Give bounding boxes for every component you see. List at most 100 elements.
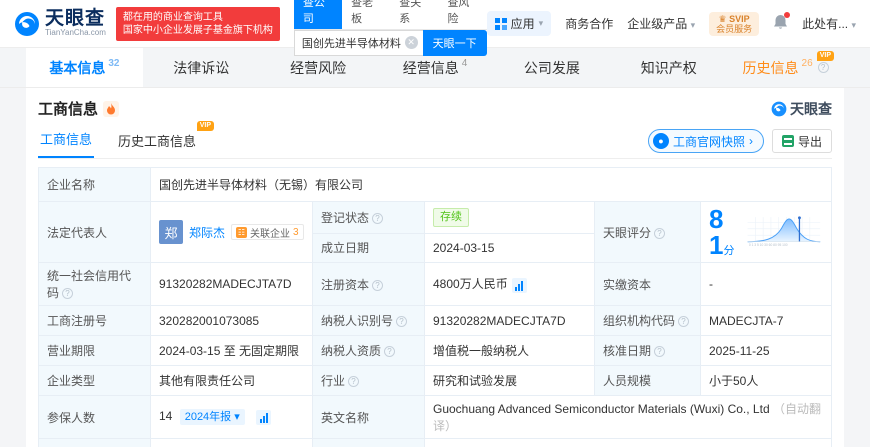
reg-status-value: 存续 [424,201,595,234]
official-snapshot-button[interactable]: ● 工商官网快照 › [647,129,764,153]
reg-capital-value: 4800万人民币 [424,262,595,306]
eye-logo-icon [15,11,39,36]
reg-number-value: 320282001073085 [150,305,313,336]
user-account-menu[interactable]: 此处有... ▾ [802,15,856,32]
logo-en: TianYanCha.com [45,28,106,37]
table-row: 参保人数 14 2024年报 ▾ 英文名称 Guochuang Advanced… [38,395,832,439]
help-icon[interactable]: ? [384,346,396,357]
company-name-value: 国创先进半导体材料（无锡）有限公司 [150,167,832,202]
legal-rep-cell: 郑 郑际杰 ☷ 关联企业 3 [150,201,313,263]
help-icon[interactable]: ? [654,227,666,239]
tab-company-development[interactable]: 公司发展 [493,48,610,87]
table-row: 企业名称 国创先进半导体材料（无锡）有限公司 [38,167,832,202]
menu-enterprise-products[interactable]: 企业级产品 ▾ [627,15,695,32]
help-icon[interactable]: ? [62,288,74,299]
business-info-card: 工商信息 天眼查 工商信息 历史工商信息 VIP ● 工商官网快照 › 导出 企… [26,88,844,447]
tab-legal-proceedings[interactable]: 法律诉讼 [143,48,260,87]
search-tab-company[interactable]: 查公司 [293,0,343,29]
logo-cn: 天眼查 [45,8,106,29]
establish-date-value: 2024-03-15 [424,232,595,264]
field-label: 纳税人识别号? [312,305,425,336]
export-button[interactable]: 导出 [771,129,832,153]
field-label: 实缴资本 [594,262,701,306]
table-row: 营业期限 2024-03-15 至 无固定期限 纳税人资质? 增值税一般纳税人 … [38,335,832,366]
approval-date-value: 2025-11-25 [700,335,832,366]
reg-address-value: 宜兴市高塍镇天生圩村范道农林场鑫运来路1号 附近公司 [424,438,832,447]
related-companies-badge[interactable]: ☷ 关联企业 3 [231,224,304,240]
help-icon[interactable]: ? [348,376,360,387]
field-label: 注册资本? [312,262,425,306]
menu-business-cooperation[interactable]: 商务合作 [565,15,613,32]
table-row: 登记机关 宜兴市数据局 注册地址? 宜兴市高塍镇天生圩村范道农林场鑫运来路1号 … [38,438,832,447]
notification-dot [784,12,791,18]
field-label: 核准日期? [594,335,701,366]
field-label: 参保人数 [38,395,151,439]
capital-trend-icon[interactable] [511,278,527,293]
clear-search-icon[interactable]: ✕ [404,35,418,49]
company-type-value: 其他有限责任公司 [150,365,313,396]
field-label: 法定代表人 [38,201,151,263]
help-icon[interactable]: ? [678,316,690,327]
grid-icon [494,17,507,30]
svip-member-badge[interactable]: ♛ SVIP 会员服务 [709,11,760,36]
industry-value: 研究和试验发展 [424,365,595,396]
tab-history-info[interactable]: VIP 历史信息 26 ? [727,48,844,87]
help-icon[interactable]: ? [396,316,408,327]
credit-code-value: 91320282MADECJTA7D [150,262,313,306]
legal-rep-name-link[interactable]: 郑际杰 [189,224,225,241]
help-icon[interactable]: ? [654,346,666,357]
field-label: 登记机关 [38,438,151,447]
subtab-history-business-info[interactable]: 历史工商信息 VIP [116,121,215,158]
insured-count-value: 14 2024年报 ▾ [150,395,313,439]
notifications-bell-icon[interactable] [773,12,791,33]
field-label: 企业名称 [38,167,151,202]
watermark-logo: 天眼查 [771,99,832,119]
table-row: 工商注册号 320282001073085 纳税人识别号? 91320282MA… [38,305,832,336]
taxpayer-id-value: 91320282MADECJTA7D [424,305,595,336]
tianyan-score-cell[interactable]: 81分 0 1 3 5 10 30 60 80 95 100 [700,201,832,263]
section-title: 工商信息 [38,98,120,119]
top-menu: 应用 ▾ 商务合作 企业级产品 ▾ ♛ SVIP 会员服务 此处有... ▾ [486,11,856,36]
top-bar: 天眼查 TianYanCha.com 都在用的商业查询工具 国家中小企业发展子基… [0,0,870,56]
business-info-table: 企业名称 国创先进半导体材料（无锡）有限公司 法定代表人 郑 郑际杰 ☷ 关联企… [38,167,832,447]
annual-report-tag[interactable]: 2024年报 ▾ [179,409,245,425]
search-tab-relation[interactable]: 查关系 [390,0,438,29]
field-label: 行业? [312,365,425,396]
search-button[interactable]: 天眼一下 [422,29,487,56]
search-tab-boss[interactable]: 查老板 [342,0,390,29]
field-label: 英文名称 [312,395,425,439]
hot-flame-icon [103,100,120,117]
tab-intellectual-property[interactable]: 知识产权 [610,48,727,87]
english-name-value: Guochuang Advanced Semiconductor Materia… [424,395,832,439]
search-input[interactable] [293,29,423,56]
help-icon[interactable]: ? [817,62,829,73]
relation-graph-icon: ☷ [236,226,248,238]
status-badge: 存续 [433,207,469,227]
legal-rep-avatar[interactable]: 郑 [159,220,183,244]
tianyancha-logo[interactable]: 天眼查 TianYanCha.com [14,8,106,37]
score-distribution-chart: 0 1 3 5 10 30 60 80 95 100 [747,216,821,247]
search-tab-risk[interactable]: 查风险 [438,0,486,29]
staff-size-value: 小于50人 [700,365,832,396]
table-row: 统一社会信用代码? 91320282MADECJTA7D 注册资本? 4800万… [38,262,832,306]
help-icon[interactable]: ? [372,279,384,291]
taxpayer-quality-value: 增值税一般纳税人 [424,335,595,366]
tab-basic-info[interactable]: 基本信息 32 [26,48,143,87]
excel-icon [781,135,794,147]
field-label: 组织机构代码? [594,305,701,336]
help-icon[interactable]: ? [372,212,384,224]
subtabs-row: 工商信息 历史工商信息 VIP ● 工商官网快照 › 导出 [38,121,832,159]
vip-badge: VIP [816,51,835,61]
field-label: 成立日期 [312,232,425,264]
insured-trend-icon[interactable] [256,410,272,425]
paid-capital-value: - [700,262,832,306]
svg-text:0 1 3 5 10 30 60 80 95 100: 0 1 3 5 10 30 60 80 95 100 [749,243,788,247]
apps-menu[interactable]: 应用 ▾ [486,11,552,36]
field-label: 工商注册号 [38,305,151,336]
reg-authority-value: 宜兴市数据局 [150,438,313,447]
table-row: 法定代表人 郑 郑际杰 ☷ 关联企业3 登记状态? 存续 天眼评分? 81分 [38,201,832,263]
subtab-business-info[interactable]: 工商信息 [38,123,95,158]
score-value: 81 [709,204,724,260]
table-row: 企业类型 其他有限责任公司 行业? 研究和试验发展 人员规模 小于50人 [38,365,832,396]
field-label: 人员规模 [594,365,701,396]
